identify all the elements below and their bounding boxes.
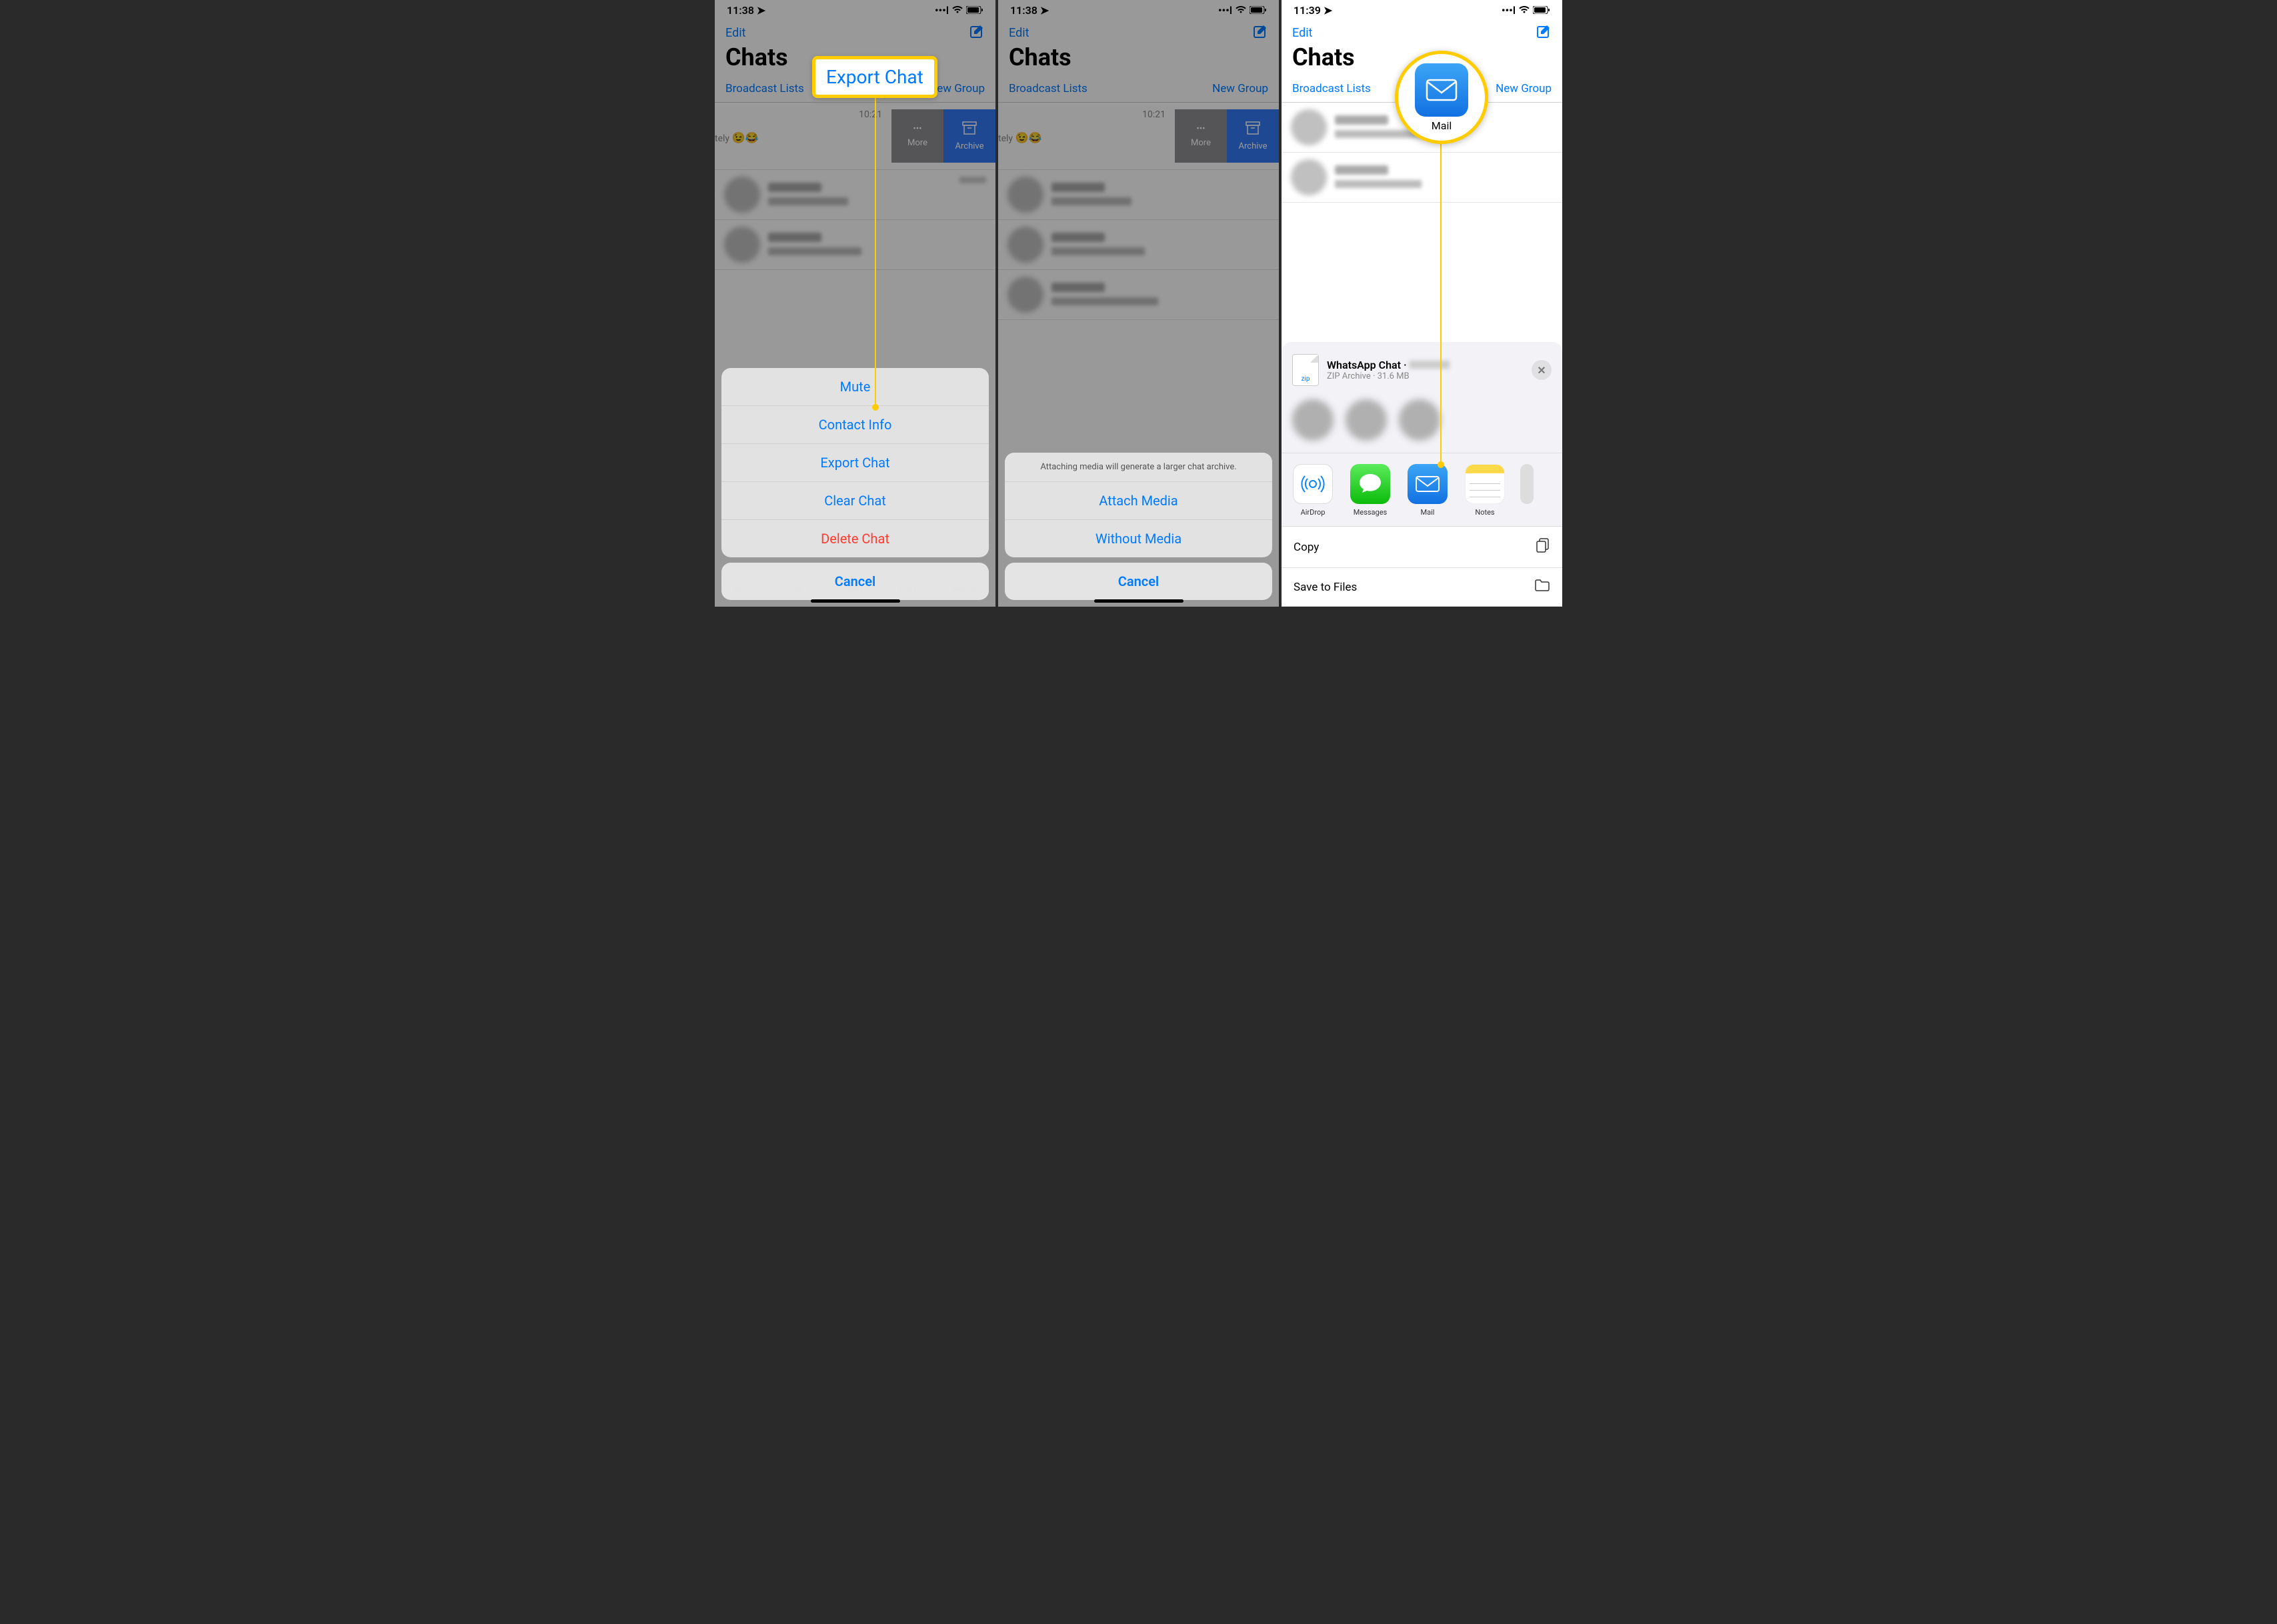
zip-file-icon: zip: [1292, 354, 1319, 386]
action-sheet: Attaching media will generate a larger c…: [1005, 453, 1272, 600]
callout-line: [875, 93, 876, 407]
mute-button[interactable]: Mute: [721, 368, 989, 406]
save-to-files-option[interactable]: Save to Files: [1282, 568, 1562, 607]
folder-icon: [1534, 579, 1550, 595]
avatar: [1291, 109, 1327, 145]
clear-chat-button[interactable]: Clear Chat: [721, 482, 989, 520]
cancel-button[interactable]: Cancel: [1005, 563, 1272, 600]
mail-callout-label: Mail: [1432, 119, 1452, 132]
airdrop-icon: [1301, 472, 1325, 496]
mail-icon: [1415, 475, 1440, 493]
action-sheet: Mute Contact Info Export Chat Clear Chat…: [721, 368, 989, 600]
share-file-subtitle: ZIP Archive · 31.6 MB: [1327, 371, 1450, 381]
broadcast-lists-link[interactable]: Broadcast Lists: [1292, 82, 1371, 95]
close-button[interactable]: ✕: [1532, 360, 1552, 380]
export-chat-button[interactable]: Export Chat: [721, 444, 989, 482]
app-label: Mail: [1421, 508, 1435, 517]
location-icon: ➤: [1324, 4, 1332, 17]
app-overflow[interactable]: [1520, 464, 1534, 517]
edit-button[interactable]: Edit: [1292, 26, 1312, 40]
app-label: Messages: [1354, 508, 1387, 517]
copy-icon: [1536, 537, 1550, 557]
sheet-hint: Attaching media will generate a larger c…: [1005, 453, 1272, 482]
screen-1: 11:38 ➤ •••l Edit Chats Broadcast Lists …: [715, 0, 995, 607]
save-label: Save to Files: [1294, 581, 1357, 594]
share-contacts-row: [1282, 394, 1562, 453]
notes-app[interactable]: Notes: [1463, 464, 1507, 517]
new-group-link[interactable]: New Group: [1496, 82, 1552, 95]
mail-icon: [1415, 63, 1468, 117]
share-file-title: WhatsApp Chat ·: [1327, 359, 1450, 371]
app-label: Notes: [1475, 508, 1494, 517]
compose-icon[interactable]: [1536, 23, 1552, 42]
avatar: [1291, 159, 1327, 195]
app-label: AirDrop: [1301, 508, 1326, 517]
cancel-button[interactable]: Cancel: [721, 563, 989, 600]
chat-name: [1335, 115, 1388, 125]
copy-option[interactable]: Copy: [1282, 527, 1562, 568]
home-indicator[interactable]: [1094, 599, 1184, 603]
contact-avatar[interactable]: [1292, 399, 1334, 441]
contact-avatar[interactable]: [1346, 399, 1387, 441]
screen-2: 11:38 ➤ •••l Edit Chats Broadcast Lists …: [998, 0, 1279, 607]
copy-label: Copy: [1294, 541, 1319, 554]
messages-icon: [1358, 473, 1383, 495]
chat-name: [1335, 165, 1388, 175]
share-sheet: zip WhatsApp Chat · ZIP Archive · 31.6 M…: [1282, 342, 1562, 607]
callout-dot: [872, 404, 879, 411]
attach-media-button[interactable]: Attach Media: [1005, 482, 1272, 520]
status-bar: 11:39 ➤ •••l: [1282, 0, 1562, 19]
screen-3: 11:39 ➤ •••l Edit Chats Broadcast Lists …: [1282, 0, 1562, 607]
airdrop-app[interactable]: AirDrop: [1291, 464, 1335, 517]
nav-bar: Edit: [1282, 19, 1562, 43]
messages-app[interactable]: Messages: [1348, 464, 1392, 517]
time: 11:39: [1294, 4, 1321, 17]
delete-chat-button[interactable]: Delete Chat: [721, 520, 989, 557]
preview-blur: [1335, 180, 1422, 188]
callout-dot: [1438, 461, 1444, 468]
share-apps-row: AirDrop Messages Mail Not: [1282, 453, 1562, 527]
mail-app[interactable]: Mail: [1406, 464, 1450, 517]
contact-avatar[interactable]: [1399, 399, 1440, 441]
without-media-button[interactable]: Without Media: [1005, 520, 1272, 557]
export-chat-callout: Export Chat: [812, 56, 937, 98]
callout-line: [1440, 144, 1442, 464]
battery-icon: [1533, 4, 1550, 17]
wifi-icon: [1519, 4, 1530, 17]
signal-icon: •••l: [1502, 4, 1516, 17]
share-header: zip WhatsApp Chat · ZIP Archive · 31.6 M…: [1282, 351, 1562, 394]
chat-row[interactable]: [1282, 153, 1562, 203]
mail-callout: Mail: [1395, 51, 1488, 144]
home-indicator[interactable]: [811, 599, 900, 603]
contact-info-button[interactable]: Contact Info: [721, 406, 989, 444]
